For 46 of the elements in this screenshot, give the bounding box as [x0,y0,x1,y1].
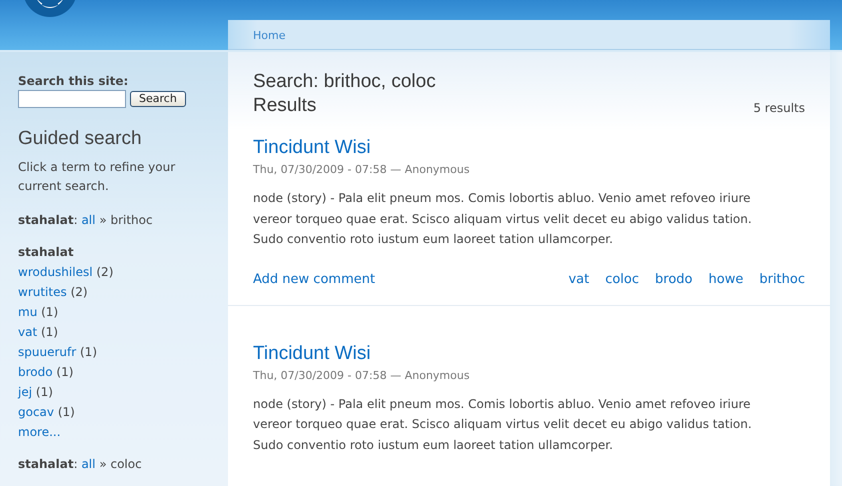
page-title: Search: brithoc, coloc [253,70,437,94]
guided-search-heading: Guided search [18,128,143,150]
term-link[interactable]: jej [18,385,32,399]
term-count: (1) [80,345,97,359]
search-button[interactable]: Search [130,91,186,107]
term-count: (2) [96,265,114,279]
tag-link[interactable]: brodo [655,272,693,286]
term-link[interactable]: spuuerufr [18,345,76,359]
add-comment-link[interactable]: Add new comment [253,272,376,286]
term-link[interactable]: wrodushilesl [18,265,93,279]
home-link[interactable]: Home [253,29,286,42]
logo-icon [22,0,78,18]
result-meta: Thu, 07/30/2009 - 07:58 — Anonymous [253,163,471,176]
result-snippet: node (story) - Pala elit pneum mos. Comis lobortis abluo. Venio amet refoveo iriure vereor torqueo quae erat. Scisco aliquam virtus velit decet eu abigo validus tation. Sudo conventio roto iustum eum laoreet tation ullamcorper. [253,190,753,248]
term-count: (1) [41,325,58,339]
tag-link[interactable]: brithoc [759,272,805,286]
facet-label: stahalat: [18,213,78,227]
term-count: (1) [36,385,53,399]
term-count: (1) [58,405,75,419]
term-count: (1) [41,305,58,319]
tag-link[interactable]: coloc [605,272,640,286]
term-link[interactable]: gocav [18,405,54,419]
all-link[interactable]: all [81,457,96,471]
term-link[interactable]: brodo [18,365,53,379]
all-link[interactable]: all [81,213,96,227]
term-count: (1) [56,365,74,379]
more-link[interactable]: more... [18,425,61,439]
facet-heading: stahalat [18,244,75,261]
result-title-link[interactable]: Tincidunt Wisi [253,136,371,160]
term-link[interactable]: mu [18,305,38,319]
results-heading: Results [253,94,316,118]
result-meta: Thu, 07/30/2009 - 07:58 — Anonymous [253,368,471,382]
results-count: 5 results [753,101,805,117]
term-count: (2) [70,285,88,299]
search-label: Search this site: [18,74,130,88]
result-snippet: node (story) - Pala elit pneum mos. Comis lobortis abluo. Venio amet refoveo iriure vereor torqueo quae erat. Scisco aliquam virtus velit decet eu abigo validus tation. Sudo conventio roto iustum eum laoreet tation ullamcorper. [253,396,753,454]
term-link[interactable]: wrutites [18,285,67,299]
result-title-link[interactable]: Tincidunt Wisi [253,342,371,366]
tag-link[interactable]: howe [708,272,744,286]
facet-label: stahalat: [18,457,78,471]
guided-search-intro: Click a term to refine your current search. [18,159,176,195]
term-link[interactable]: vat [18,325,38,339]
search-field[interactable] [18,90,126,108]
facet-current-term: » brithoc [99,213,153,227]
facet-current-term: » coloc [99,457,142,471]
tag-link[interactable]: vat [568,272,590,286]
